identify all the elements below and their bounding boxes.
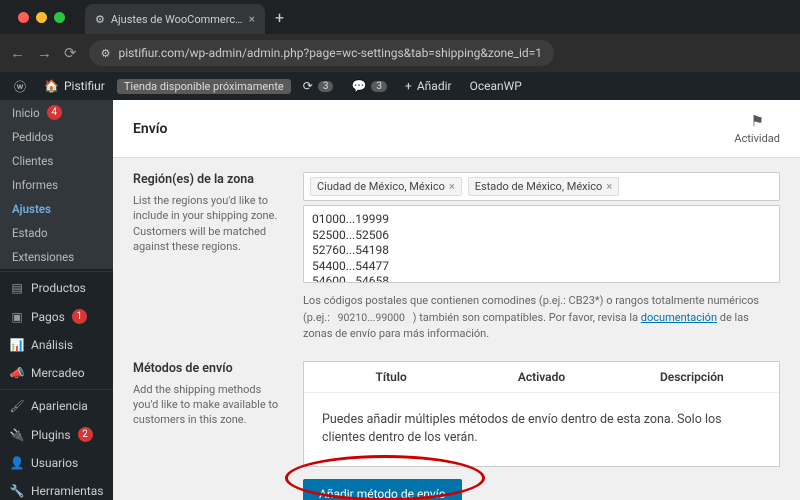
wp-body: Envío ⚑ Actividad Región(es) de la zona … bbox=[113, 100, 800, 500]
comments-icon[interactable]: 💬 3 bbox=[345, 79, 393, 93]
zone-regions-section: Región(es) de la zona List the regions y… bbox=[133, 172, 780, 343]
payments-icon: ▣ bbox=[10, 310, 24, 324]
site-name[interactable]: 🏠 Pistifiur bbox=[38, 79, 111, 93]
page-title: Envío bbox=[133, 121, 167, 137]
analytics-icon: 📊 bbox=[10, 338, 24, 352]
postcodes-textarea[interactable] bbox=[303, 205, 780, 283]
products-icon: ▤ bbox=[10, 281, 24, 295]
activity-panel[interactable]: ⚑ Actividad bbox=[734, 112, 780, 145]
wp-logo-icon[interactable]: ⓦ bbox=[8, 78, 32, 95]
region-tag: Ciudad de México, México× bbox=[310, 177, 462, 196]
add-new-button[interactable]: + Añadir bbox=[399, 79, 458, 93]
tools-icon: 🔧 bbox=[10, 484, 24, 498]
tab-favicon: ⚙ bbox=[95, 13, 105, 26]
site-info-icon[interactable]: ⚙ bbox=[101, 47, 111, 60]
page-header: Envío ⚑ Actividad bbox=[113, 100, 800, 158]
methods-title: Métodos de envío bbox=[133, 361, 287, 376]
col-enabled: Activado bbox=[466, 370, 616, 384]
browser-chrome: ⚙ Ajustes de WooCommerce ‹ × + ← → ⟳ ⚙ p… bbox=[0, 0, 800, 72]
close-tab-icon[interactable]: × bbox=[249, 12, 255, 26]
wp-admin-bar: ⓦ 🏠 Pistifiur Tienda disponible próximam… bbox=[0, 72, 800, 100]
regions-desc: List the regions you'd like to include i… bbox=[133, 193, 287, 255]
sidebar-item-estado[interactable]: Estado bbox=[0, 221, 113, 245]
sidebar-item-pagos[interactable]: ▣Pagos 1 bbox=[0, 302, 113, 331]
methods-table-head: Título Activado Descripción bbox=[304, 362, 779, 393]
methods-desc: Add the shipping methods you'd like to m… bbox=[133, 382, 287, 428]
sidebar-item-ajustes[interactable]: Ajustes bbox=[0, 197, 113, 221]
sidebar-item-clientes[interactable]: Clientes bbox=[0, 149, 113, 173]
remove-tag-icon[interactable]: × bbox=[449, 180, 455, 193]
wp-container: Inicio 4 Pedidos Clientes Informes Ajust… bbox=[0, 100, 800, 500]
sidebar-item-inicio[interactable]: Inicio 4 bbox=[0, 100, 113, 125]
megaphone-icon: 📣 bbox=[10, 366, 24, 380]
regions-select[interactable]: Ciudad de México, México× Estado de Méxi… bbox=[303, 172, 780, 201]
methods-table: Título Activado Descripción Puedes añadi… bbox=[303, 361, 780, 468]
reload-button[interactable]: ⟳ bbox=[64, 44, 77, 62]
forward-button[interactable]: → bbox=[37, 44, 52, 62]
sidebar-item-pedidos[interactable]: Pedidos bbox=[0, 125, 113, 149]
admin-sidebar: Inicio 4 Pedidos Clientes Informes Ajust… bbox=[0, 100, 113, 500]
url-text: pistifiur.com/wp-admin/admin.php?page=wc… bbox=[118, 46, 542, 60]
back-button[interactable]: ← bbox=[10, 44, 25, 62]
close-window-icon[interactable] bbox=[18, 12, 29, 23]
tab-title: Ajustes de WooCommerce ‹ bbox=[111, 13, 243, 26]
sidebar-item-usuarios[interactable]: 👤Usuarios bbox=[0, 449, 113, 477]
sidebar-item-herramientas[interactable]: 🔧Herramientas bbox=[0, 477, 113, 500]
sidebar-item-mercadeo[interactable]: 📣Mercadeo bbox=[0, 359, 113, 387]
browser-tab[interactable]: ⚙ Ajustes de WooCommerce ‹ × bbox=[85, 4, 265, 34]
postcodes-hint: Los códigos postales que contienen comod… bbox=[303, 293, 780, 343]
maximize-window-icon[interactable] bbox=[54, 12, 65, 23]
store-notice[interactable]: Tienda disponible próximamente bbox=[117, 79, 291, 94]
sidebar-item-extensiones[interactable]: Extensiones bbox=[0, 245, 113, 269]
window-controls bbox=[8, 12, 75, 23]
url-field[interactable]: ⚙ pistifiur.com/wp-admin/admin.php?page=… bbox=[89, 40, 554, 66]
shipping-methods-section: Métodos de envío Add the shipping method… bbox=[133, 361, 780, 500]
brush-icon: 🖌 bbox=[10, 399, 24, 413]
col-description: Descripción bbox=[617, 370, 767, 384]
documentation-link[interactable]: documentación bbox=[641, 311, 717, 324]
sidebar-item-plugins[interactable]: 🔌Plugins 2 bbox=[0, 420, 113, 449]
sidebar-item-informes[interactable]: Informes bbox=[0, 173, 113, 197]
minimize-window-icon[interactable] bbox=[36, 12, 47, 23]
sidebar-item-productos[interactable]: ▤Productos bbox=[0, 271, 113, 302]
sidebar-item-analisis[interactable]: 📊Análisis bbox=[0, 331, 113, 359]
users-icon: 👤 bbox=[10, 456, 24, 470]
new-tab-button[interactable]: + bbox=[275, 8, 284, 27]
plugin-icon: 🔌 bbox=[10, 428, 24, 442]
tab-bar: ⚙ Ajustes de WooCommerce ‹ × + bbox=[0, 0, 800, 34]
activity-icon: ⚑ bbox=[750, 112, 763, 130]
methods-empty-message: Puedes añadir múltiples métodos de envío… bbox=[304, 393, 779, 467]
col-title: Título bbox=[316, 370, 466, 384]
updates-icon[interactable]: ⟳ 3 bbox=[297, 79, 340, 93]
theme-link[interactable]: OceanWP bbox=[464, 79, 528, 93]
regions-title: Región(es) de la zona bbox=[133, 172, 287, 187]
remove-tag-icon[interactable]: × bbox=[606, 180, 612, 193]
region-tag: Estado de México, México× bbox=[468, 177, 619, 196]
address-bar: ← → ⟳ ⚙ pistifiur.com/wp-admin/admin.php… bbox=[0, 34, 800, 72]
add-shipping-method-button[interactable]: Añadir método de envío bbox=[303, 479, 462, 500]
content-area: Región(es) de la zona List the regions y… bbox=[113, 158, 800, 500]
sidebar-item-apariencia[interactable]: 🖌Apariencia bbox=[0, 389, 113, 420]
